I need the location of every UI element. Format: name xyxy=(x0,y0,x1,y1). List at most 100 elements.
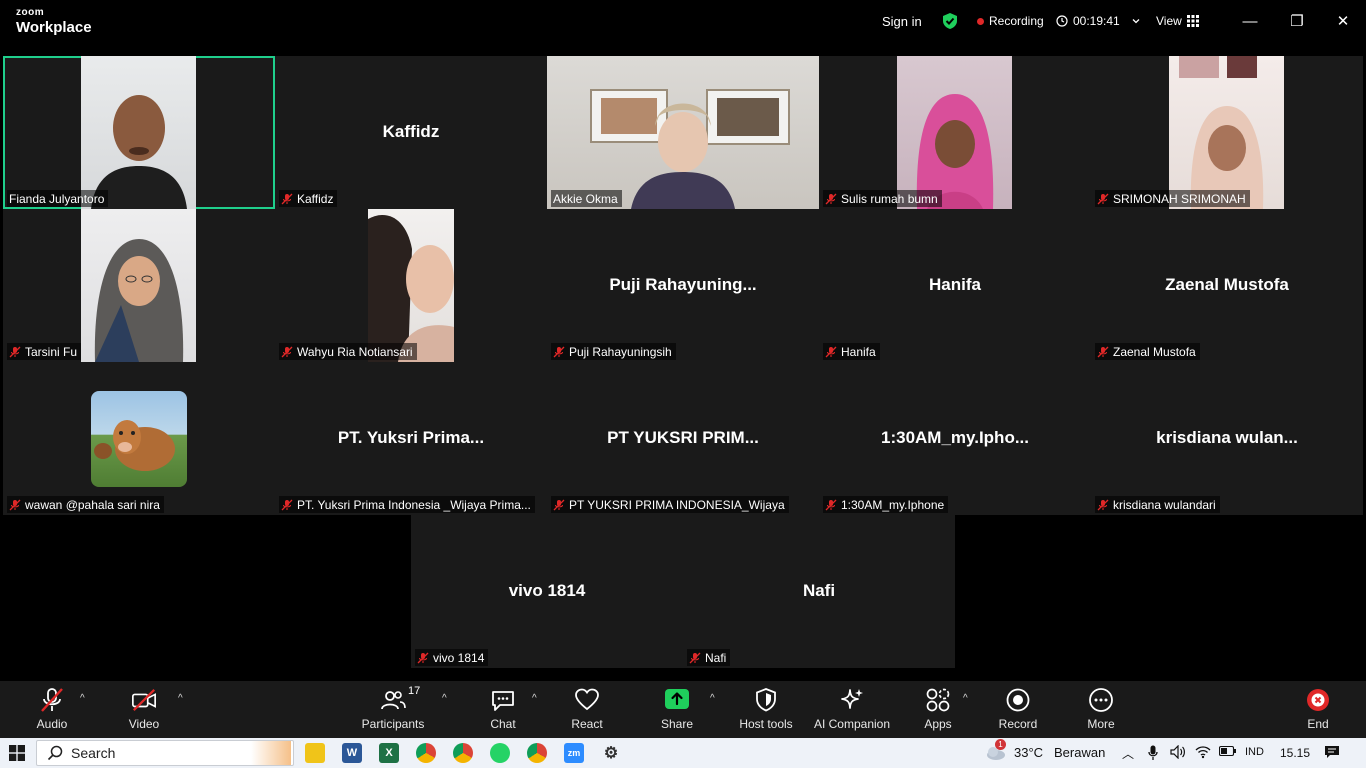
chat-button[interactable]: Chat xyxy=(463,687,543,735)
restore-button[interactable]: ❐ xyxy=(1283,8,1311,34)
participant-video xyxy=(81,209,196,362)
meeting-toolbar: Audio ^ Video ^ 17 Participants ^ Chat ^… xyxy=(0,681,1366,738)
view-button[interactable]: View xyxy=(1156,12,1199,30)
timer-value: 00:19:41 xyxy=(1073,14,1120,28)
security-shield-icon[interactable] xyxy=(941,12,959,30)
participant-display-name: Nafi xyxy=(802,581,836,600)
end-meeting-button[interactable]: End xyxy=(1278,687,1358,735)
muted-mic-icon xyxy=(1097,499,1109,510)
host-tools-label: Host tools xyxy=(739,717,793,731)
sparkle-icon xyxy=(841,689,863,709)
zoom-app-icon[interactable]: zm xyxy=(564,743,584,763)
participant-avatar-photo xyxy=(91,391,187,487)
participants-button[interactable]: 17 Participants xyxy=(353,685,433,735)
record-button[interactable]: Record xyxy=(978,687,1058,735)
participant-tile[interactable]: Tarsini Fu xyxy=(3,209,275,362)
chat-label: Chat xyxy=(490,717,516,731)
apps-icon xyxy=(926,688,950,712)
participant-video xyxy=(1169,56,1284,209)
participant-video xyxy=(547,56,819,209)
clock-icon xyxy=(1056,15,1068,27)
participant-tile[interactable]: Hanifa Hanifa xyxy=(819,209,1091,362)
chrome-profile-icon[interactable] xyxy=(453,743,473,763)
windows-start-icon[interactable] xyxy=(9,745,25,766)
muted-mic-icon xyxy=(9,499,21,510)
participant-tile[interactable]: PT YUKSRI PRIM... PT YUKSRI PRIMA INDONE… xyxy=(547,362,819,515)
more-button[interactable]: More xyxy=(1061,687,1141,735)
participant-tile[interactable]: 1:30AM_my.Ipho... 1:30AM_my.Iphone xyxy=(819,362,1091,515)
share-options-caret[interactable]: ^ xyxy=(710,693,715,704)
minimize-button[interactable]: — xyxy=(1236,8,1264,34)
grid-icon xyxy=(1186,15,1199,27)
input-language[interactable]: IND xyxy=(1245,746,1264,758)
weather-cloud-icon[interactable]: 1 xyxy=(984,739,1006,761)
audio-options-caret[interactable]: ^ xyxy=(80,693,85,704)
recording-dot-icon xyxy=(977,17,984,25)
participant-display-name: Kaffidz xyxy=(382,122,440,141)
share-button[interactable]: Share xyxy=(637,687,717,735)
react-button[interactable]: React xyxy=(547,687,627,735)
participant-tile[interactable]: krisdiana wulan... krisdiana wulandari xyxy=(1091,362,1363,515)
participant-name-label: wawan @pahala sari nira xyxy=(7,496,164,513)
clock-time[interactable]: 15.15 xyxy=(1280,746,1310,760)
participants-count: 17 xyxy=(408,685,421,697)
close-window-button[interactable]: ✕ xyxy=(1329,8,1357,34)
muted-mic-icon xyxy=(553,346,565,357)
chevron-down-icon xyxy=(1132,19,1140,24)
sign-in-link[interactable]: Sign in xyxy=(882,12,922,30)
participant-tile[interactable]: Zaenal Mustofa Zaenal Mustofa xyxy=(1091,209,1363,362)
participants-options-caret[interactable]: ^ xyxy=(442,693,447,704)
participant-display-name: vivo 1814 xyxy=(508,581,586,600)
participant-name-label: vivo 1814 xyxy=(415,649,489,666)
participant-tile[interactable]: vivo 1814 vivo 1814 xyxy=(411,515,683,668)
participant-tile[interactable]: Puji Rahayuning... Puji Rahayuningsih xyxy=(547,209,819,362)
chrome-alt-icon[interactable] xyxy=(527,743,547,763)
react-label: React xyxy=(571,717,603,731)
notification-center-icon[interactable] xyxy=(1324,745,1340,762)
record-icon xyxy=(1006,688,1030,712)
participant-tile[interactable]: PT. Yuksri Prima... PT. Yuksri Prima Ind… xyxy=(275,362,547,515)
video-options-caret[interactable]: ^ xyxy=(178,693,183,704)
tray-chevron-up-icon[interactable]: ︿ xyxy=(1122,745,1134,762)
host-tools-button[interactable]: Host tools xyxy=(726,687,806,735)
meeting-timer[interactable]: 00:19:41 xyxy=(1056,12,1141,30)
muted-mic-icon xyxy=(553,499,565,510)
participant-tile[interactable]: SRIMONAH SRIMONAH xyxy=(1091,56,1363,209)
word-icon[interactable]: W xyxy=(342,743,362,763)
participants-label: Participants xyxy=(361,717,425,731)
participant-name-label: PT. Yuksri Prima Indonesia _Wijaya Prima… xyxy=(279,496,535,513)
wifi-icon[interactable] xyxy=(1195,745,1211,762)
search-placeholder: Search xyxy=(71,745,116,761)
participant-tile[interactable]: Kaffidz Kaffidz xyxy=(275,56,547,209)
share-screen-icon xyxy=(665,689,689,709)
muted-mic-icon xyxy=(281,346,293,357)
participant-tile[interactable]: wawan @pahala sari nira xyxy=(3,362,275,515)
participant-name-label: Hanifa xyxy=(823,343,880,360)
microphone-tray-icon[interactable] xyxy=(1148,745,1158,764)
participant-tile[interactable]: Sulis rumah bumn xyxy=(819,56,1091,209)
participant-display-name: PT YUKSRI PRIM... xyxy=(607,428,759,447)
chat-options-caret[interactable]: ^ xyxy=(532,693,537,704)
apps-options-caret[interactable]: ^ xyxy=(963,693,968,704)
participant-tile[interactable]: Fianda Julyantoro xyxy=(3,56,275,209)
weather-temp[interactable]: 33°C xyxy=(1014,745,1043,760)
whatsapp-icon[interactable] xyxy=(490,743,510,763)
weather-desc[interactable]: Berawan xyxy=(1054,745,1105,760)
title-bar: zoom Workplace Sign in Recording 00:19:4… xyxy=(0,0,1366,44)
settings-gear-icon[interactable]: ⚙ xyxy=(601,743,621,763)
participants-icon xyxy=(381,691,406,710)
battery-icon[interactable] xyxy=(1218,745,1237,760)
chrome-icon[interactable] xyxy=(416,743,436,763)
participant-tile[interactable]: Wahyu Ria Notiansari xyxy=(275,209,547,362)
participant-tile[interactable]: Nafi Nafi xyxy=(683,515,955,668)
file-explorer-icon[interactable] xyxy=(305,743,325,763)
participant-tile[interactable]: Akkie Okma xyxy=(547,56,819,209)
volume-icon[interactable] xyxy=(1170,744,1186,762)
taskbar-search[interactable]: Search xyxy=(36,740,294,766)
search-icon xyxy=(47,745,63,761)
excel-icon[interactable]: X xyxy=(379,743,399,763)
ai-companion-button[interactable]: AI Companion xyxy=(812,687,892,735)
muted-mic-icon xyxy=(417,652,429,663)
video-button[interactable]: Video xyxy=(104,687,184,735)
recording-indicator[interactable]: Recording xyxy=(977,12,1044,30)
